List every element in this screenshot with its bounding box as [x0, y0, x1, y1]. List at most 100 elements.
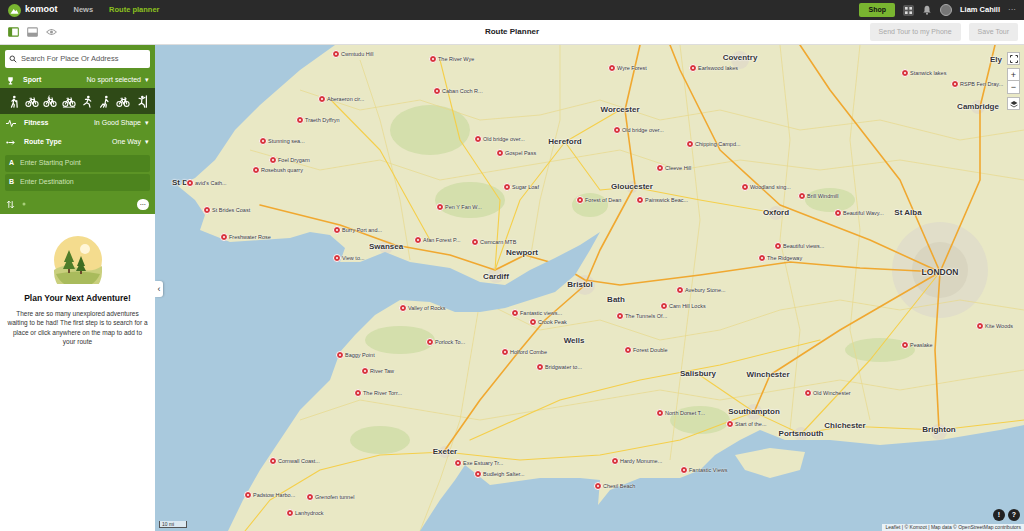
- map-pin-icon[interactable]: [429, 55, 437, 63]
- poi-marker[interactable]: Painswick Beac...: [636, 196, 688, 204]
- poi-marker[interactable]: Freshwater Rose: [220, 233, 271, 241]
- map-pin-icon[interactable]: [244, 491, 252, 499]
- poi-label[interactable]: Stanwick lakes: [910, 69, 946, 77]
- view-toggle[interactable]: [6, 27, 21, 37]
- poi-marker[interactable]: St Brides Coast: [203, 206, 250, 214]
- map-pin-icon[interactable]: [399, 304, 407, 312]
- map-pin-icon[interactable]: [318, 95, 326, 103]
- poi-marker[interactable]: Woodland sing...: [741, 183, 791, 191]
- poi-label[interactable]: Fantastic views...: [520, 309, 562, 317]
- poi-label[interactable]: Cam Hill Locks: [669, 302, 706, 310]
- send-to-phone-button[interactable]: Send Tour to my Phone: [870, 23, 961, 40]
- poi-marker[interactable]: Old bridge over...: [613, 126, 664, 134]
- place-search[interactable]: [5, 50, 150, 68]
- map-pin-icon[interactable]: [436, 203, 444, 211]
- map-pin-icon[interactable]: [529, 318, 537, 326]
- sport-option[interactable]: [98, 94, 113, 109]
- map-pin-icon[interactable]: [474, 135, 482, 143]
- sport-option[interactable]: [115, 94, 131, 109]
- map-pin-icon[interactable]: [741, 183, 749, 191]
- sport-option[interactable]: [24, 94, 40, 109]
- poi-marker[interactable]: Aberaeron cir...: [318, 95, 364, 103]
- map-pin-icon[interactable]: [680, 466, 688, 474]
- map-pin-icon[interactable]: [624, 346, 632, 354]
- map-pin-icon[interactable]: [656, 409, 664, 417]
- feedback-button[interactable]: !: [993, 509, 1005, 521]
- poi-marker[interactable]: Cleeve Hill: [656, 164, 691, 172]
- poi-label[interactable]: Cleeve Hill: [665, 164, 691, 172]
- poi-label[interactable]: Rosebush quarry: [261, 166, 303, 174]
- map-pin-icon[interactable]: [901, 69, 909, 77]
- fullscreen-button[interactable]: [1007, 52, 1020, 65]
- poi-marker[interactable]: Afan Forest P...: [414, 236, 461, 244]
- poi-marker[interactable]: Brill Windmill: [798, 192, 838, 200]
- map-pin-icon[interactable]: [576, 196, 584, 204]
- poi-marker[interactable]: Caban Coch R...: [433, 87, 483, 95]
- map-pin-icon[interactable]: [336, 351, 344, 359]
- poi-label[interactable]: Gospel Pass: [505, 149, 536, 157]
- poi-marker[interactable]: Old Winchester: [804, 389, 851, 397]
- poi-label[interactable]: Painswick Beac...: [645, 196, 688, 204]
- user-name[interactable]: Liam Cahill: [960, 4, 1000, 15]
- poi-marker[interactable]: View to...: [333, 254, 365, 262]
- poi-marker[interactable]: Burry Port and...: [333, 226, 382, 234]
- map-pin-icon[interactable]: [511, 309, 519, 317]
- bell-icon[interactable]: [922, 5, 932, 15]
- map-pin-icon[interactable]: [474, 470, 482, 478]
- route-type-select[interactable]: Route Type One Way ▾: [0, 133, 155, 152]
- destination-input[interactable]: [20, 177, 146, 188]
- map-pin-icon[interactable]: [454, 459, 462, 467]
- poi-label[interactable]: Crook Peak: [538, 318, 567, 326]
- poi-label[interactable]: Cwmcarn MTB: [480, 238, 516, 246]
- poi-label[interactable]: Avebury Stone...: [685, 286, 726, 294]
- poi-marker[interactable]: Old bridge over...: [474, 135, 525, 143]
- map-pin-icon[interactable]: [834, 209, 842, 217]
- map-pin-icon[interactable]: [286, 509, 294, 517]
- save-tour-button[interactable]: Save Tour: [969, 23, 1018, 40]
- poi-marker[interactable]: Crook Peak: [529, 318, 567, 326]
- poi-marker[interactable]: Kite Woods: [976, 322, 1013, 330]
- map-pin-icon[interactable]: [901, 341, 909, 349]
- poi-marker[interactable]: The River Torr...: [354, 389, 402, 397]
- poi-label[interactable]: Woodland sing...: [750, 183, 791, 191]
- map-pin-icon[interactable]: [354, 389, 362, 397]
- poi-marker[interactable]: Stunning sea...: [259, 137, 305, 145]
- poi-label[interactable]: Valley of Rocks: [408, 304, 446, 312]
- nav-link[interactable]: Route planner: [109, 4, 159, 15]
- poi-marker[interactable]: Padstow Harbo...: [244, 491, 295, 499]
- poi-label[interactable]: Burry Port and...: [342, 226, 382, 234]
- poi-label[interactable]: The River Wye: [438, 55, 474, 63]
- waypoint-field[interactable]: B: [5, 174, 150, 191]
- poi-marker[interactable]: Holford Combe: [501, 348, 547, 356]
- poi-label[interactable]: Old bridge over...: [483, 135, 525, 143]
- map-pin-icon[interactable]: [656, 164, 664, 172]
- map-pin-icon[interactable]: [758, 254, 766, 262]
- poi-label[interactable]: Holford Combe: [510, 348, 547, 356]
- nav-link[interactable]: News: [74, 4, 94, 15]
- poi-label[interactable]: Cornwall Coast...: [278, 457, 320, 465]
- poi-label[interactable]: Chipping Campd...: [695, 140, 741, 148]
- map-pin-icon[interactable]: [976, 322, 984, 330]
- poi-marker[interactable]: Fantastic views...: [511, 309, 562, 317]
- sport-option[interactable]: [6, 94, 21, 109]
- poi-marker[interactable]: Cwmtudu Hill: [332, 50, 373, 58]
- poi-label[interactable]: Start of the...: [735, 420, 767, 428]
- map-pin-icon[interactable]: [414, 236, 422, 244]
- poi-label[interactable]: North Dorset T...: [665, 409, 705, 417]
- poi-label[interactable]: Forest Double: [633, 346, 668, 354]
- poi-marker[interactable]: Start of the...: [726, 420, 767, 428]
- search-input[interactable]: [21, 53, 146, 64]
- map-pin-icon[interactable]: [660, 302, 668, 310]
- map-pin-icon[interactable]: [361, 367, 369, 375]
- map-pin-icon[interactable]: [503, 183, 511, 191]
- map-pin-icon[interactable]: [676, 286, 684, 294]
- map-pin-icon[interactable]: [252, 166, 260, 174]
- map-pin-icon[interactable]: [774, 242, 782, 250]
- poi-marker[interactable]: Exe Estuary Tr...: [454, 459, 503, 467]
- start-input[interactable]: [20, 158, 146, 169]
- map-pin-icon[interactable]: [333, 226, 341, 234]
- poi-label[interactable]: Padstow Harbo...: [253, 491, 295, 499]
- poi-label[interactable]: Cwmtudu Hill: [341, 50, 373, 58]
- map-pin-icon[interactable]: [333, 254, 341, 262]
- poi-marker[interactable]: Forest Double: [624, 346, 668, 354]
